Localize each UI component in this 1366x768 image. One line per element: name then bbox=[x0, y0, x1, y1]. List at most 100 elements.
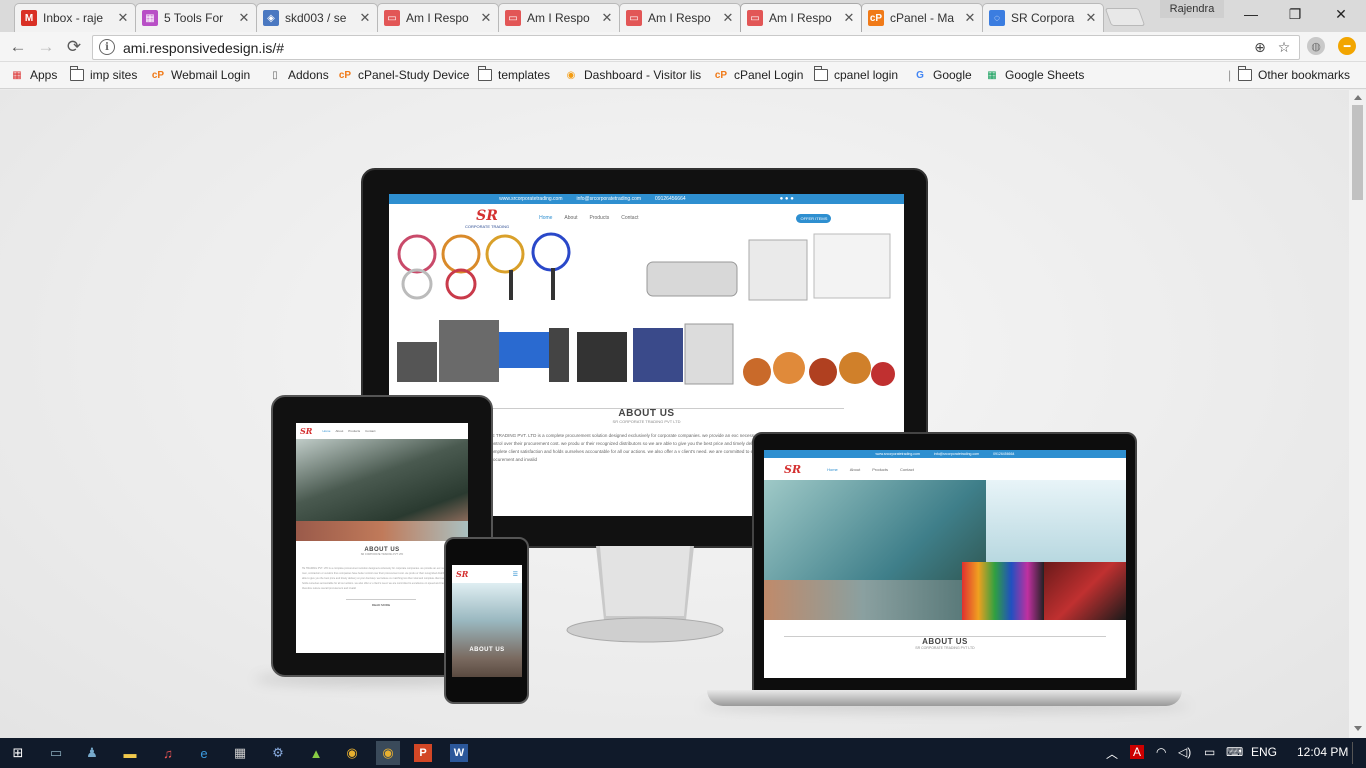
nav-about[interactable]: About bbox=[850, 467, 860, 472]
bookmark-item[interactable]: templates bbox=[478, 66, 550, 84]
about-heading: ABOUT US bbox=[469, 647, 505, 653]
word-icon[interactable]: W bbox=[450, 744, 468, 762]
bookmark-item[interactable]: cpanel login bbox=[814, 66, 898, 84]
nav-products[interactable]: Products bbox=[590, 215, 610, 221]
tab-1[interactable]: ▦ 5 Tools For ✕ bbox=[135, 3, 257, 32]
show-desktop-button[interactable] bbox=[1352, 742, 1366, 764]
close-tab-icon[interactable]: ✕ bbox=[964, 10, 976, 26]
tab-3[interactable]: ▭ Am I Respo ✕ bbox=[377, 3, 499, 32]
offer-badge[interactable]: OFFER ITEMS bbox=[796, 213, 832, 223]
menu-hamburger-icon[interactable]: ☰ bbox=[513, 571, 518, 578]
bookmark-label: cpanel login bbox=[834, 68, 899, 82]
close-tab-icon[interactable]: ✕ bbox=[1085, 10, 1097, 26]
file-explorer-icon[interactable]: ▬ bbox=[118, 741, 142, 765]
tab-5[interactable]: ▭ Am I Respo ✕ bbox=[619, 3, 741, 32]
bookmark-item[interactable]: cP cPanel-Study Device bbox=[338, 66, 470, 84]
tablet-mode-icon[interactable]: ▭ bbox=[44, 741, 68, 765]
read-more-button[interactable]: READ MORE bbox=[346, 599, 416, 607]
nav-home[interactable]: Home bbox=[322, 429, 330, 433]
settings-icon[interactable]: ⚙ bbox=[266, 741, 290, 765]
nav-contact[interactable]: Contact bbox=[621, 215, 638, 221]
tab-8[interactable]: ◌ SR Corpora ✕ bbox=[982, 3, 1104, 32]
android-icon[interactable]: ▲ bbox=[304, 741, 328, 765]
nav-about[interactable]: About bbox=[564, 215, 577, 221]
bookmark-item[interactable]: cP Webmail Login bbox=[151, 66, 250, 84]
edge-icon[interactable]: e bbox=[192, 741, 216, 765]
acrobat-tray-icon[interactable]: A bbox=[1130, 745, 1145, 759]
language-indicator[interactable]: ENG bbox=[1251, 745, 1277, 759]
bookmark-item[interactable]: ▯ Addons bbox=[268, 66, 328, 84]
people-icon[interactable]: ♟ bbox=[80, 741, 104, 765]
nav-home[interactable]: Home bbox=[539, 215, 552, 221]
bookmark-item[interactable]: G Google bbox=[913, 66, 972, 84]
reload-button[interactable]: ⟳ bbox=[62, 36, 86, 58]
battery-icon[interactable]: ▭ bbox=[1204, 745, 1215, 759]
tab-title: Am I Respo bbox=[648, 11, 711, 25]
nav-contact[interactable]: Contact bbox=[900, 467, 914, 472]
scroll-up-icon[interactable] bbox=[1354, 95, 1362, 100]
user-profile-button[interactable]: Rajendra bbox=[1160, 0, 1224, 18]
keyboard-icon[interactable]: ⌨ bbox=[1226, 745, 1243, 759]
bookmark-star-icon[interactable]: ☆ bbox=[1275, 38, 1293, 56]
chrome-icon[interactable]: ◉ bbox=[376, 741, 400, 765]
browser-toolbar: ← → ⟳ i ami.responsivedesign.is/# ⊕ ☆ ◍ … bbox=[0, 32, 1366, 62]
bookmark-item[interactable]: imp sites bbox=[70, 66, 137, 84]
nav-home[interactable]: Home bbox=[827, 467, 838, 472]
products-image bbox=[397, 232, 895, 386]
about-heading: ABOUT US bbox=[922, 637, 968, 646]
bookmark-item[interactable]: cP cPanel Login bbox=[714, 66, 804, 84]
clock[interactable]: 12:04 PM bbox=[1297, 745, 1348, 759]
close-tab-icon[interactable]: ✕ bbox=[238, 10, 250, 26]
volume-icon[interactable]: ◁) bbox=[1178, 745, 1191, 759]
tab-6[interactable]: ▭ Am I Respo ✕ bbox=[740, 3, 862, 32]
ami-icon: ▭ bbox=[626, 10, 642, 26]
page-scrollbar[interactable] bbox=[1349, 90, 1366, 738]
shield-icon: ◈ bbox=[263, 10, 279, 26]
globe-extension-icon[interactable]: ◍ bbox=[1307, 37, 1325, 55]
close-tab-icon[interactable]: ✕ bbox=[117, 10, 129, 26]
tab-0[interactable]: M Inbox - raje ✕ bbox=[14, 3, 136, 32]
close-tab-icon[interactable]: ✕ bbox=[722, 10, 734, 26]
nav-about[interactable]: About bbox=[335, 429, 343, 433]
close-tab-icon[interactable]: ✕ bbox=[480, 10, 492, 26]
nav-contact[interactable]: Contact bbox=[365, 429, 375, 433]
minimize-button[interactable]: — bbox=[1228, 0, 1274, 28]
close-window-button[interactable]: ✕ bbox=[1318, 0, 1364, 28]
office-photo-collage bbox=[764, 480, 1126, 620]
close-tab-icon[interactable]: ✕ bbox=[601, 10, 613, 26]
chevron-up-icon[interactable]: ︿ bbox=[1106, 745, 1118, 762]
calculator-icon[interactable]: ▦ bbox=[228, 741, 252, 765]
nav-products[interactable]: Products bbox=[872, 467, 888, 472]
restore-button[interactable]: ❐ bbox=[1272, 0, 1318, 28]
bookmark-label: cPanel Login bbox=[734, 68, 804, 82]
google-icon: G bbox=[916, 69, 924, 81]
windows-start-icon[interactable]: ⊞ bbox=[6, 741, 30, 765]
bookmark-item[interactable]: ▦ Google Sheets bbox=[985, 66, 1084, 84]
powerpoint-icon[interactable]: P bbox=[414, 744, 432, 762]
site-nav: SR ☰ bbox=[452, 565, 522, 583]
new-tab-button[interactable] bbox=[1104, 8, 1146, 26]
scroll-thumb[interactable] bbox=[1352, 105, 1363, 200]
menu-icon[interactable]: ━ bbox=[1338, 37, 1356, 55]
other-bookmarks[interactable]: Other bookmarks bbox=[1238, 66, 1350, 84]
scroll-down-icon[interactable] bbox=[1354, 726, 1362, 731]
zoom-icon[interactable]: ⊕ bbox=[1251, 38, 1269, 56]
back-button[interactable]: ← bbox=[6, 36, 30, 58]
tab-2[interactable]: ◈ skd003 / se ✕ bbox=[256, 3, 378, 32]
tab-4[interactable]: ▭ Am I Respo ✕ bbox=[498, 3, 620, 32]
tab-7[interactable]: cP cPanel - Ma ✕ bbox=[861, 3, 983, 32]
address-bar[interactable]: i ami.responsivedesign.is/# ⊕ ☆ bbox=[92, 35, 1300, 60]
close-tab-icon[interactable]: ✕ bbox=[843, 10, 855, 26]
wifi-icon[interactable]: ◠ bbox=[1156, 745, 1166, 759]
close-tab-icon[interactable]: ✕ bbox=[359, 10, 371, 26]
bookmark-label: Google Sheets bbox=[1005, 68, 1085, 82]
nav-products[interactable]: Products bbox=[348, 429, 360, 433]
bookmark-item[interactable]: ◉ Dashboard - Visitor lis bbox=[564, 66, 702, 84]
chrome-icon[interactable]: ◉ bbox=[340, 741, 364, 765]
url-text[interactable]: ami.responsivedesign.is/# bbox=[123, 40, 284, 56]
site-info-icon[interactable]: i bbox=[99, 39, 115, 55]
bookmark-item[interactable]: ▦ Apps bbox=[10, 66, 57, 84]
forward-button[interactable]: → bbox=[34, 36, 58, 58]
itunes-icon[interactable]: ♫ bbox=[156, 741, 180, 765]
bookmarks-bar: ▦ Apps imp sites cP Webmail Login ▯ Addons cP cP… bbox=[0, 62, 1366, 89]
